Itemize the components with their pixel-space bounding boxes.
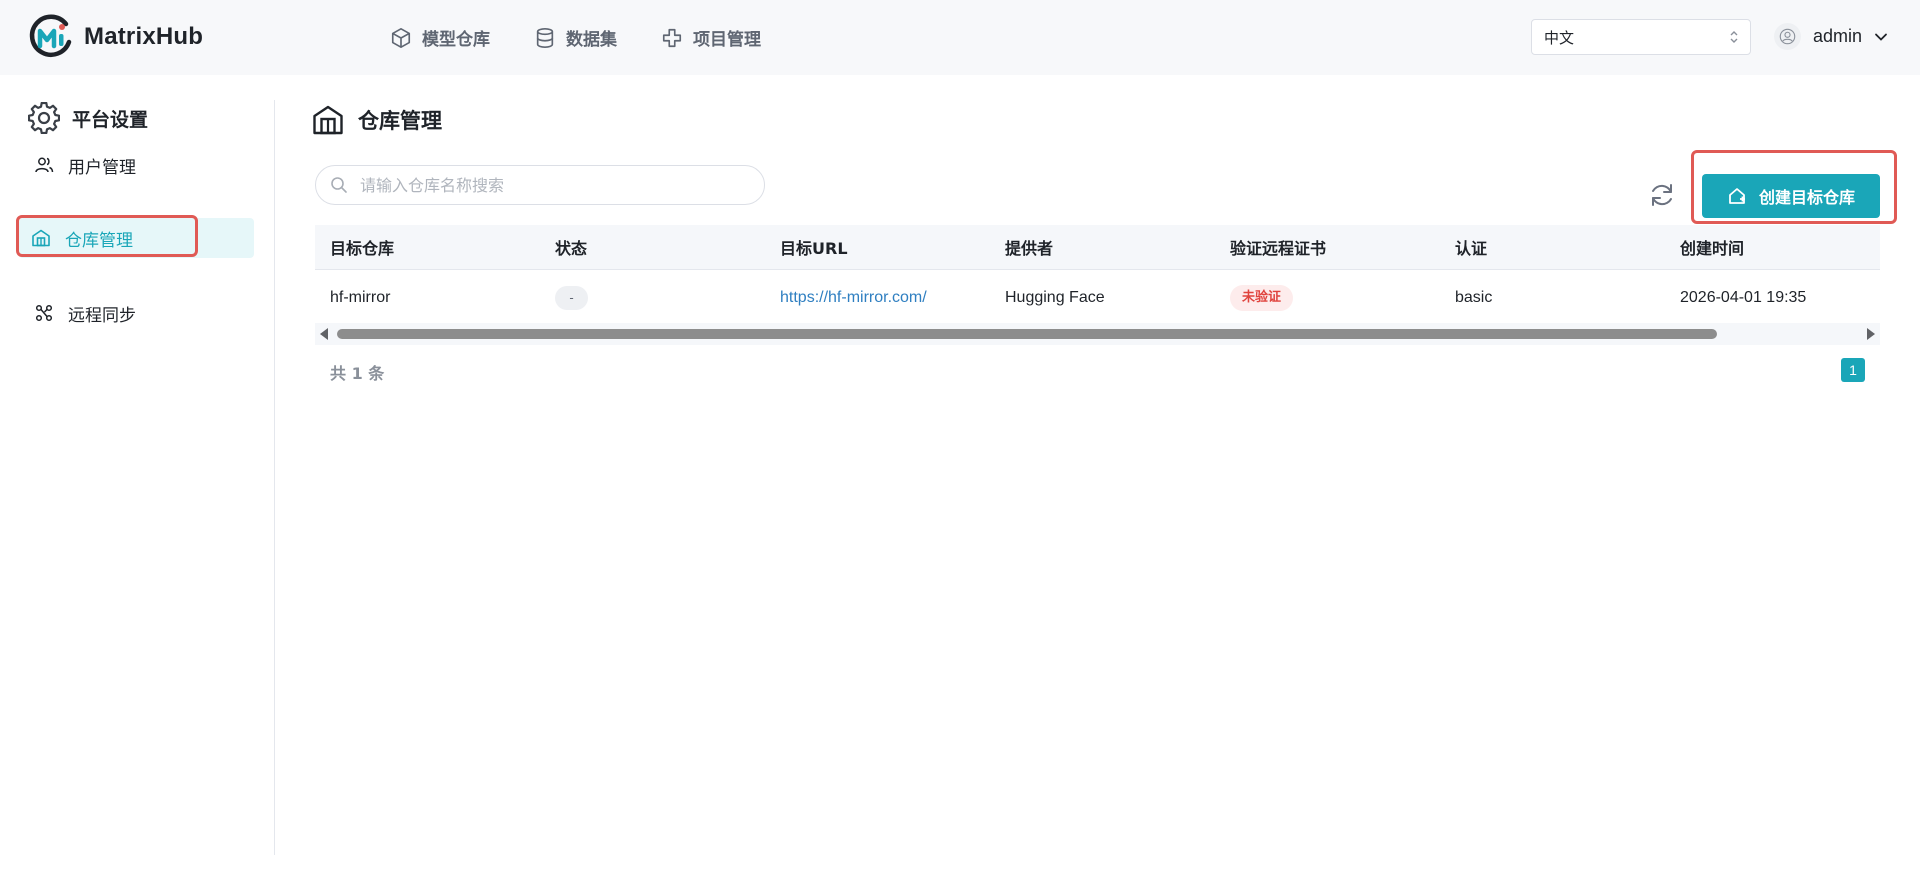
nav-project-management-label: 项目管理 <box>693 30 761 50</box>
sidebar-item-remote-sync[interactable]: 远程同步 <box>22 293 254 333</box>
cell-cert-verify: 未验证 <box>1215 284 1440 311</box>
sidebar-item-user-management[interactable]: 用户管理 <box>22 145 254 185</box>
total-count: 共 1 条 <box>330 364 385 383</box>
highlight-box <box>16 215 198 257</box>
user-avatar-icon <box>1779 28 1796 45</box>
cell-created-at: 2026-04-01 19:35 <box>1680 288 1807 306</box>
cell-url-link[interactable]: https://hf-mirror.com/ <box>765 289 990 307</box>
language-select[interactable]: 中文 <box>1531 19 1751 55</box>
gear-icon <box>28 102 60 134</box>
warehouse-icon <box>313 105 343 135</box>
nav-model-repo[interactable]: 模型仓库 <box>390 25 490 50</box>
nav-datasets-label: 数据集 <box>566 30 617 50</box>
cert-status-badge: 未验证 <box>1230 284 1294 311</box>
database-icon <box>536 27 554 48</box>
create-target-repo-button[interactable]: 创建目标仓库 <box>1702 174 1880 218</box>
matrixhub-logo-icon <box>29 14 72 57</box>
language-select-value: 中文 <box>1544 28 1575 47</box>
column-header[interactable]: 目标仓库 <box>315 235 540 259</box>
top-nav: 模型仓库 数据集 项目管理 <box>390 0 805 75</box>
scroll-right-arrow-icon[interactable] <box>1867 328 1875 340</box>
column-header[interactable]: 验证远程证书 <box>1215 235 1440 259</box>
sidebar-item-label: 远程同步 <box>68 305 136 326</box>
table-row[interactable]: hf-mirror - https://hf-mirror.com/ Huggi… <box>315 270 1880 325</box>
search-input[interactable] <box>360 175 740 195</box>
cross-plus-icon <box>662 28 682 47</box>
user-name: admin <box>1813 26 1863 46</box>
cell-status: - <box>540 285 765 310</box>
cell-auth: basic <box>1455 288 1493 306</box>
column-header[interactable]: 认证 <box>1440 235 1665 259</box>
refresh-icon[interactable] <box>1648 181 1676 209</box>
page-title-label: 仓库管理 <box>358 109 442 133</box>
sidebar: 平台设置 用户管理 仓库管理 远程同步 <box>0 75 275 879</box>
nav-project-management[interactable]: 项目管理 <box>661 25 761 50</box>
sidebar-title: 平台设置 <box>28 102 148 134</box>
sidebar-item-label: 用户管理 <box>68 157 136 178</box>
app-name: MatrixHub <box>84 23 204 50</box>
avatar <box>1774 23 1801 50</box>
horizontal-scrollbar[interactable] <box>315 323 1880 345</box>
repo-table: 目标仓库 状态 目标URL 提供者 验证远程证书 认证 创建时间 hf-mirr… <box>315 225 1880 325</box>
users-icon <box>35 157 54 173</box>
sync-nodes-icon <box>35 304 53 322</box>
cell-repo-name: hf-mirror <box>330 288 391 306</box>
page-title: 仓库管理 <box>312 104 442 136</box>
user-menu[interactable]: admin <box>1774 23 1888 50</box>
column-header[interactable]: 创建时间 <box>1665 235 1890 259</box>
table-header: 目标仓库 状态 目标URL 提供者 验证远程证书 认证 创建时间 <box>315 225 1880 270</box>
nav-datasets[interactable]: 数据集 <box>534 25 617 50</box>
column-header[interactable]: 状态 <box>540 235 765 259</box>
top-header: MatrixHub 模型仓库 数据集 项目管理 中文 admin <box>0 0 1920 75</box>
column-header[interactable]: 提供者 <box>990 235 1215 259</box>
create-button-label: 创建目标仓库 <box>1758 188 1855 207</box>
search-box <box>315 165 765 205</box>
sort-arrows-icon <box>1730 31 1738 43</box>
cube-icon <box>391 27 411 48</box>
search-icon <box>331 177 347 193</box>
sidebar-divider <box>274 100 275 855</box>
sidebar-title-label: 平台设置 <box>72 108 149 131</box>
app-logo[interactable]: MatrixHub <box>28 14 203 60</box>
nav-model-repo-label: 模型仓库 <box>422 30 490 50</box>
status-badge: - <box>555 285 588 310</box>
scroll-left-arrow-icon[interactable] <box>320 328 328 340</box>
house-plus-icon <box>1729 188 1745 204</box>
scrollbar-thumb[interactable] <box>337 329 1717 339</box>
cell-provider: Hugging Face <box>1005 288 1105 306</box>
pagination-page-1[interactable]: 1 <box>1841 358 1865 382</box>
sidebar-item-repo-management[interactable]: 仓库管理 <box>16 215 254 258</box>
column-header[interactable]: 目标URL <box>765 235 990 259</box>
chevron-down-icon <box>1875 33 1887 41</box>
